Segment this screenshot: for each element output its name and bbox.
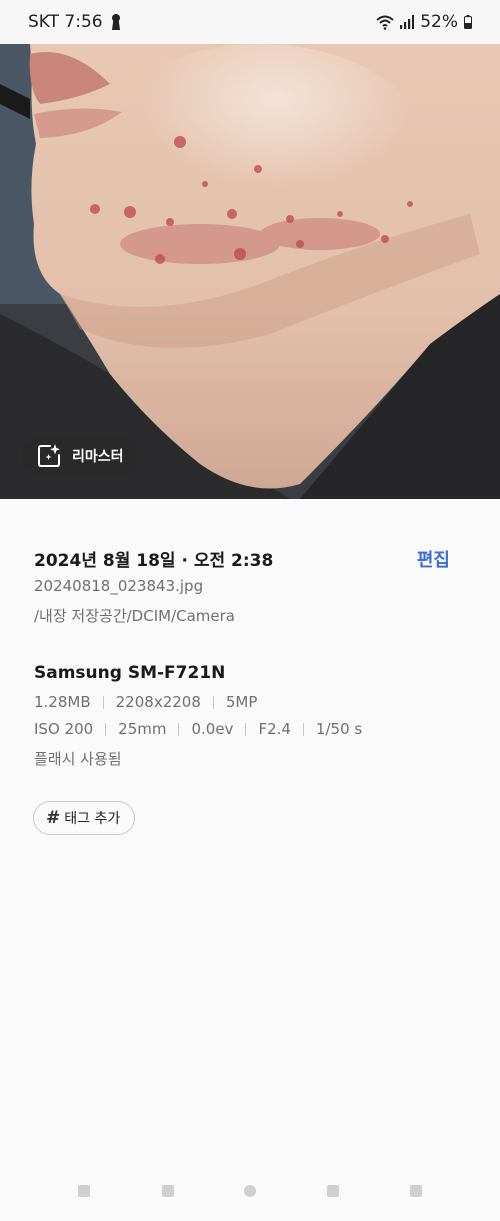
status-right: 52% [376, 12, 472, 32]
status-bar: SKT 7:56 52% [0, 0, 500, 44]
edit-button[interactable]: 편집 [417, 546, 450, 572]
details-panel: 2024년 8월 18일 · 오전 2:38 편집 20240818_02384… [0, 499, 500, 1161]
battery-icon [464, 15, 472, 29]
divider [245, 722, 247, 736]
remaster-button[interactable]: 리마스터 [22, 436, 140, 476]
nav-square-icon[interactable] [78, 1185, 90, 1197]
file-size: 1.28MB [34, 693, 91, 711]
divider [178, 722, 180, 736]
divider [105, 722, 107, 736]
exposure-value: 0.0ev [191, 720, 234, 738]
camera-specs-row: ISO 200 25mm 0.0ev F2.4 1/50 s [34, 720, 362, 738]
carrier-time: SKT 7:56 [28, 12, 103, 32]
wifi-icon [376, 15, 394, 30]
add-tag-button[interactable]: # 태그 추가 [33, 801, 136, 835]
navigation-bar [0, 1161, 500, 1221]
add-tag-label: 태그 추가 [64, 811, 121, 827]
photo-image [0, 44, 500, 499]
divider [212, 695, 214, 709]
divider [302, 722, 304, 736]
nav-home-icon[interactable] [244, 1185, 256, 1197]
photo-filename: 20240818_023843.jpg [34, 577, 204, 595]
keyhole-icon [111, 14, 120, 30]
flash-status: 플래시 사용됨 [34, 750, 122, 768]
signal-icon [400, 15, 415, 29]
nav-square-icon[interactable] [410, 1185, 422, 1197]
file-specs-row: 1.28MB 2208x2208 5MP [34, 693, 257, 711]
camera-device: Samsung SM-F721N [34, 663, 226, 683]
nav-square-icon[interactable] [327, 1185, 339, 1197]
shutter-speed: 1/50 s [315, 720, 363, 738]
divider [102, 695, 104, 709]
photo-viewer[interactable] [0, 44, 500, 499]
photo-path: /내장 저장공간/DCIM/Camera [34, 607, 235, 625]
battery-percent: 52% [420, 12, 458, 32]
resolution: 2208x2208 [115, 693, 201, 711]
status-left: SKT 7:56 [28, 12, 122, 32]
remaster-label: 리마스터 [72, 449, 124, 465]
megapixels: 5MP [225, 693, 258, 711]
hash-icon: # [46, 808, 61, 828]
nav-square-icon[interactable] [162, 1185, 174, 1197]
iso: ISO 200 [34, 720, 94, 738]
photo-datetime: 2024년 8월 18일 · 오전 2:38 [34, 551, 274, 571]
aperture: F2.4 [258, 720, 291, 738]
sparkle-frame-icon [38, 444, 60, 467]
focal-length: 25mm [118, 720, 167, 738]
